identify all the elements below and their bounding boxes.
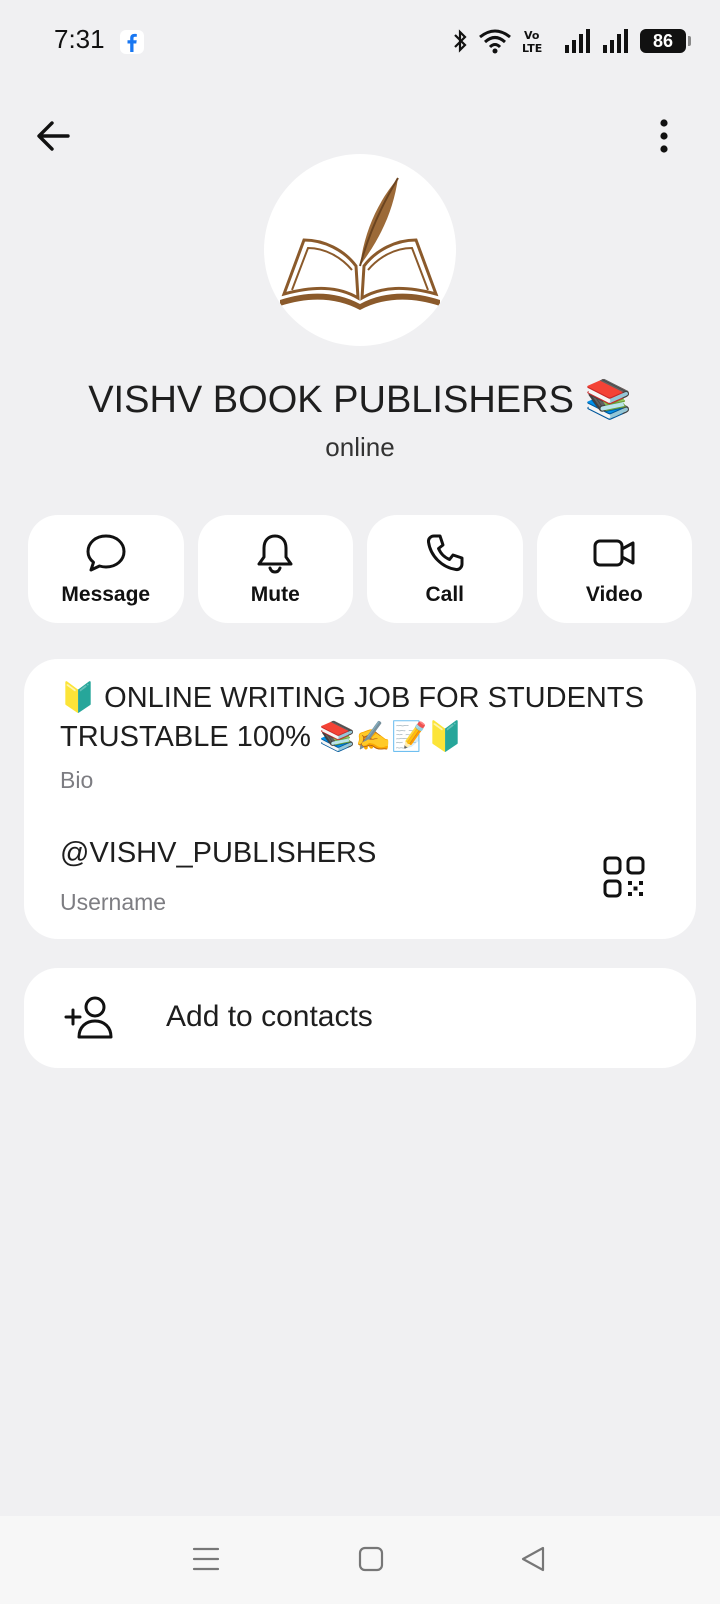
- online-status: online: [325, 432, 395, 462]
- status-icons: Vo LTE 86: [452, 26, 691, 56]
- add-to-contacts-button[interactable]: Add to contacts: [24, 968, 696, 1068]
- home-square-icon[interactable]: [356, 1544, 386, 1574]
- bio-label: Bio: [60, 767, 94, 793]
- video-label: Video: [585, 583, 643, 606]
- mute-button[interactable]: Mute: [197, 515, 353, 623]
- status-bar: 7:31 Vo LTE 86: [0, 0, 720, 84]
- mute-label: Mute: [250, 583, 300, 606]
- message-button[interactable]: Message: [28, 515, 184, 623]
- system-navigation-bar: [0, 1516, 720, 1604]
- back-arrow-icon[interactable]: [34, 116, 74, 156]
- bio-text[interactable]: 🔰 ONLINE WRITING JOB FOR STUDENTS TRUSTA…: [60, 679, 680, 757]
- username-text[interactable]: @VISHV_PUBLISHERS: [60, 837, 376, 870]
- signal-icon: [565, 29, 590, 53]
- wifi-icon: [479, 29, 511, 54]
- username-label: Username: [60, 889, 167, 915]
- back-triangle-icon[interactable]: [518, 1544, 548, 1574]
- svg-text:LTE: LTE: [522, 42, 542, 54]
- bluetooth-icon: [454, 29, 467, 53]
- volte-icon: Vo LTE: [522, 29, 542, 54]
- action-buttons-row: Message Mute Call Video: [28, 515, 692, 623]
- video-camera-icon: [593, 539, 635, 567]
- battery-level: 86: [652, 30, 674, 51]
- facebook-icon: [120, 30, 144, 54]
- svg-text:Vo: Vo: [524, 29, 540, 42]
- profile-avatar[interactable]: [264, 154, 456, 346]
- call-button[interactable]: Call: [367, 515, 523, 623]
- status-time: 7:31: [54, 24, 105, 54]
- battery-indicator: 86: [640, 29, 691, 53]
- qr-code-icon[interactable]: [602, 855, 646, 899]
- menu-lines-icon[interactable]: [191, 1544, 221, 1574]
- signal-icon: [603, 29, 628, 53]
- book-quill-logo: [280, 177, 440, 310]
- message-label: Message: [61, 583, 151, 606]
- video-button[interactable]: Video: [536, 515, 692, 623]
- profile-name: VISHV BOOK PUBLISHERS 📚: [88, 379, 632, 421]
- add-to-contacts-label: Add to contacts: [166, 1000, 373, 1033]
- add-person-icon: [64, 996, 113, 1039]
- message-bubble-icon: [86, 534, 126, 572]
- more-options-icon[interactable]: [652, 116, 676, 156]
- phone-icon: [426, 534, 464, 572]
- call-label: Call: [425, 583, 464, 606]
- info-card: 🔰 ONLINE WRITING JOB FOR STUDENTS TRUSTA…: [24, 659, 696, 939]
- bell-icon: [257, 534, 293, 574]
